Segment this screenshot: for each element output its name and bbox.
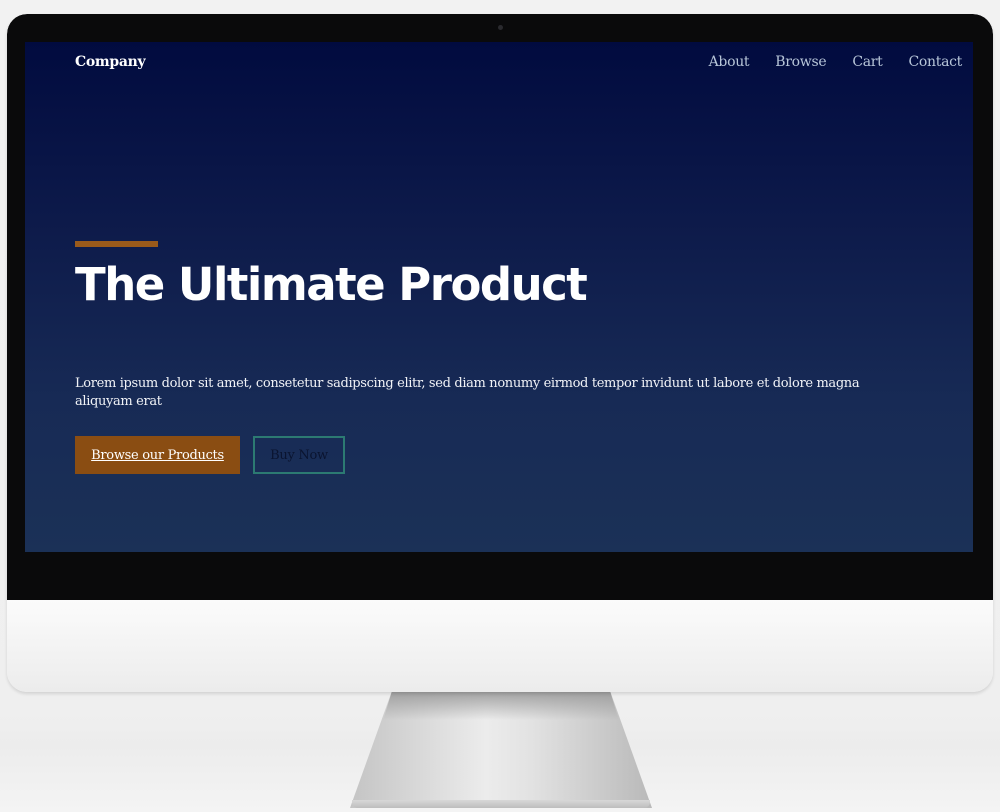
- browse-products-button[interactable]: Browse our Products: [75, 436, 240, 474]
- monitor-bezel: Company About Browse Cart Contact The Ul…: [7, 14, 993, 600]
- monitor-screen: Company About Browse Cart Contact The Ul…: [25, 42, 973, 552]
- monitor-stand-base: [352, 800, 650, 808]
- buy-now-button[interactable]: Buy Now: [253, 436, 345, 474]
- nav-link-browse[interactable]: Browse: [775, 54, 826, 70]
- nav-link-about[interactable]: About: [709, 54, 750, 70]
- nav-link-contact[interactable]: Contact: [909, 54, 963, 70]
- monitor: Company About Browse Cart Contact The Ul…: [7, 14, 993, 692]
- hero-headline: The Ultimate Product: [75, 258, 588, 311]
- camera-icon: [498, 25, 503, 30]
- monitor-chin: [7, 600, 993, 692]
- nav-link-cart[interactable]: Cart: [852, 54, 882, 70]
- brand-logo[interactable]: Company: [75, 54, 146, 70]
- headline-accent-bar: [75, 241, 158, 247]
- hero-lead-text: Lorem ipsum dolor sit amet, consetetur s…: [75, 376, 860, 409]
- main-nav: About Browse Cart Contact: [709, 54, 963, 70]
- monitor-stand-shadow: [383, 690, 619, 720]
